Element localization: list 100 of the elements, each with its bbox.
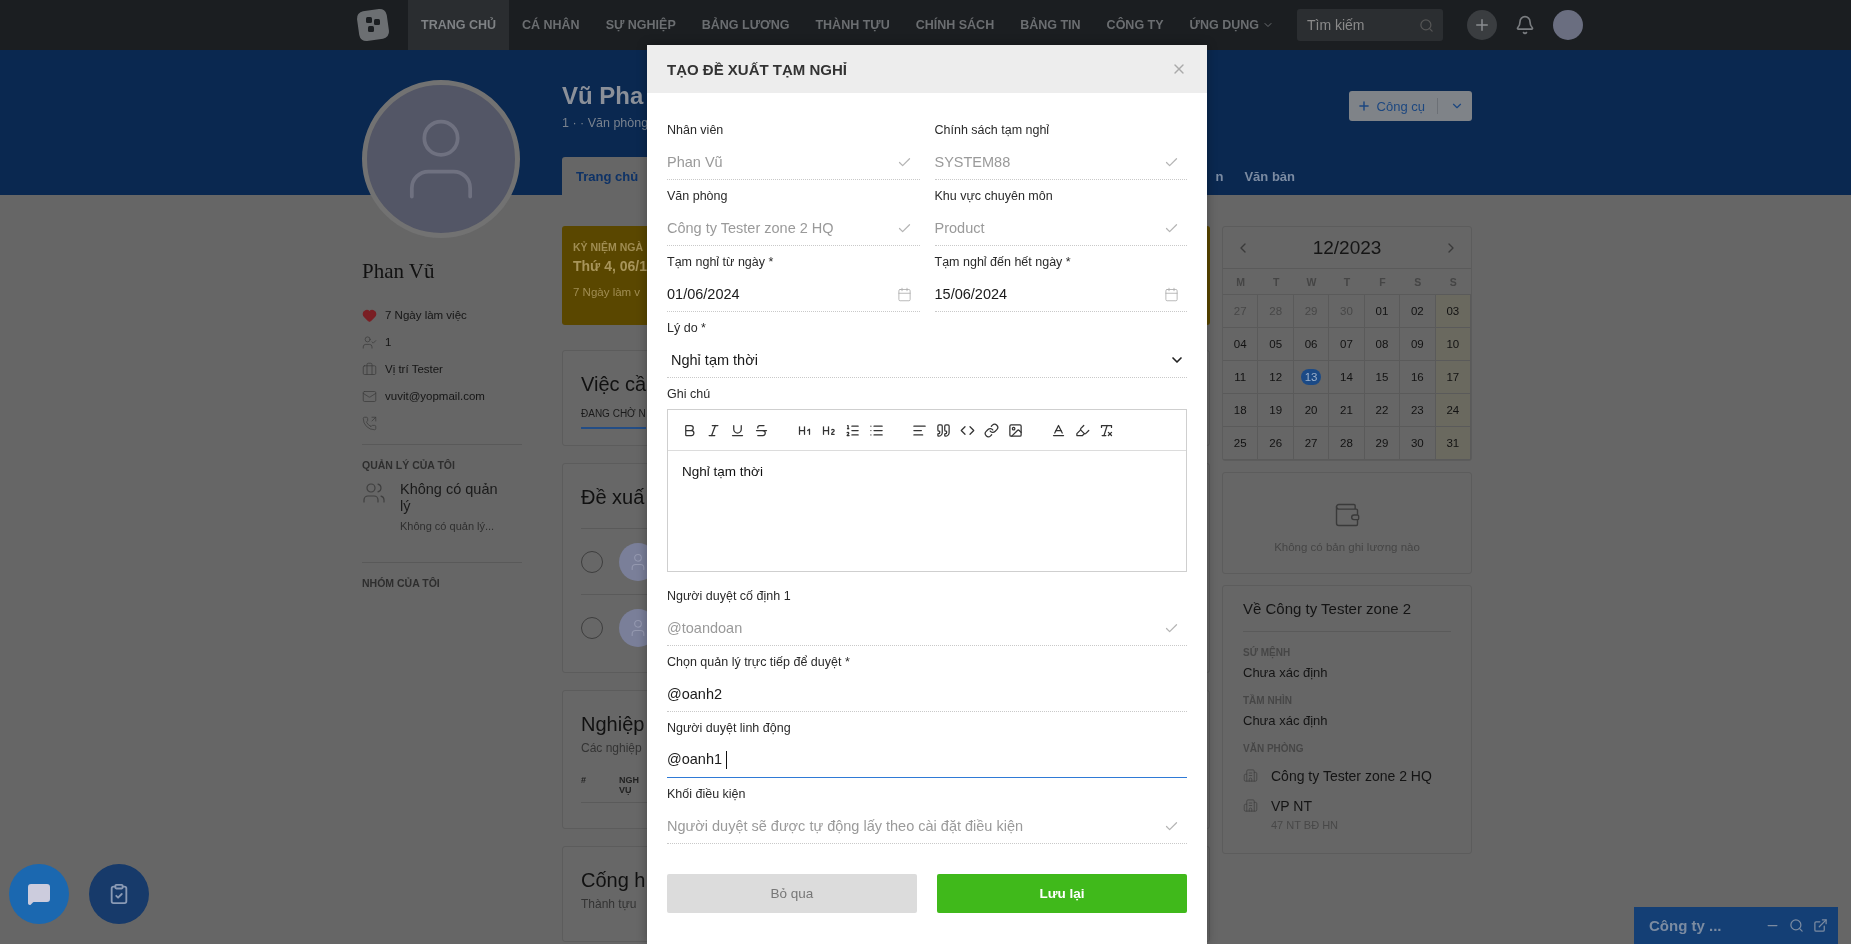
calendar-day[interactable]: 28: [1336, 435, 1357, 451]
strikethrough-icon[interactable]: [754, 422, 769, 438]
manager-name: Không có quản lý: [400, 481, 499, 515]
bell-icon[interactable]: [1514, 15, 1535, 35]
calendar-day[interactable]: 04: [1229, 336, 1251, 352]
calendar-day[interactable]: 13: [1300, 369, 1322, 385]
mail-icon: [362, 388, 377, 404]
nav-item[interactable]: BẢNG LƯƠNG: [688, 0, 803, 50]
calendar-day[interactable]: 07: [1336, 336, 1357, 352]
detail-text: Vị trí Tester: [385, 363, 443, 375]
nav-item[interactable]: TRANG CHỦ: [408, 0, 509, 50]
profile-name: Vũ Pha: [562, 82, 645, 110]
heart-icon: [362, 307, 377, 323]
tasks-button[interactable]: [89, 864, 149, 924]
field-label: Văn phòng: [667, 189, 729, 203]
calendar-day[interactable]: 26: [1265, 435, 1287, 451]
card-title: Việc cầ: [581, 373, 647, 396]
profile-subtitle: 1 · · Văn phòng: [562, 116, 649, 130]
nav-item[interactable]: BẢNG TIN: [1007, 0, 1094, 50]
detail-text: 7 Ngày làm việc: [385, 309, 467, 321]
calendar-day[interactable]: 25: [1229, 435, 1251, 451]
calendar-day[interactable]: 30: [1406, 435, 1428, 451]
align-left-icon[interactable]: [912, 422, 927, 438]
calendar-day[interactable]: 23: [1406, 402, 1428, 418]
calendar-day[interactable]: 21: [1336, 402, 1357, 418]
chat-button[interactable]: [9, 864, 69, 924]
office-name: VP NT: [1271, 798, 1313, 814]
calendar-day[interactable]: 20: [1300, 402, 1322, 418]
user-avatar[interactable]: [1552, 10, 1583, 40]
calendar-day[interactable]: 19: [1265, 402, 1287, 418]
calendar-day[interactable]: 29: [1371, 435, 1393, 451]
calendar-day[interactable]: 14: [1336, 369, 1357, 385]
field-label: Tạm nghỉ đến hết ngày *: [934, 255, 1072, 269]
search-field[interactable]: Tìm kiếm: [1296, 9, 1443, 41]
briefcase-icon: [362, 361, 377, 377]
clear-format-icon[interactable]: [1099, 422, 1114, 438]
column-header: NGH VỤ: [619, 775, 639, 796]
calendar-day[interactable]: 08: [1371, 336, 1393, 352]
underline-icon[interactable]: [730, 422, 745, 438]
image-icon[interactable]: [1008, 422, 1023, 438]
nav-item[interactable]: CHÍNH SÁCH: [902, 0, 1008, 50]
profile-tab[interactable]: n: [1215, 157, 1224, 195]
section-heading: NHÓM CỦA TÔI: [362, 577, 441, 590]
readonly-field: @toandoan: [667, 611, 1187, 646]
readonly-field: Product: [934, 211, 1187, 246]
link-icon[interactable]: [984, 422, 999, 438]
calendar-day[interactable]: 22: [1371, 402, 1393, 418]
calendar-day[interactable]: 18: [1229, 402, 1251, 418]
calendar-day[interactable]: 09: [1406, 336, 1428, 352]
numbered-list-icon[interactable]: [845, 422, 860, 438]
building-icon: [1243, 768, 1258, 783]
vision-text: Chưa xác định: [1243, 713, 1329, 728]
text-color-icon[interactable]: [1051, 422, 1066, 438]
calendar-day[interactable]: 05: [1265, 336, 1287, 352]
nav-item[interactable]: ỨNG DỤNG: [1176, 0, 1287, 50]
calendar-day[interactable]: 01: [1371, 303, 1393, 319]
calendar-icon: [896, 286, 912, 302]
bold-icon[interactable]: [682, 422, 697, 438]
italic-icon[interactable]: [706, 422, 721, 438]
quote-icon[interactable]: [936, 422, 951, 438]
nav-item[interactable]: SỰ NGHIỆP: [592, 0, 689, 50]
readonly-field: Người duyệt sẽ được tự động lấy theo cài đặt điều kiện: [667, 809, 1187, 844]
date-field[interactable]: 15/06/2024: [934, 277, 1187, 312]
card-title: Cống h: [581, 869, 646, 892]
user-check-icon: [362, 334, 377, 350]
field-label: Lý do *: [667, 321, 707, 335]
tasks-tab[interactable]: ĐANG CHỜ N: [581, 408, 646, 429]
readonly-field: Công ty Tester zone 2 HQ: [667, 211, 920, 246]
editor-text-area[interactable]: Nghỉ tạm thời: [668, 451, 1186, 571]
cancel-button[interactable]: Bỏ qua: [667, 874, 917, 913]
tools-button[interactable]: Công cụ: [1348, 91, 1472, 121]
nav-item[interactable]: CÔNG TY: [1093, 0, 1177, 50]
field-label: Tạm nghỉ từ ngày *: [667, 255, 775, 269]
add-button[interactable]: [1466, 10, 1497, 40]
section-heading: QUẢN LÝ CỦA TÔI: [362, 459, 456, 471]
calendar-title: 12/2023: [1312, 236, 1382, 259]
calendar-day[interactable]: 12: [1265, 369, 1287, 385]
field-label: Người duyệt cố định 1: [667, 589, 792, 603]
chat-bar[interactable]: Công ty ...: [1634, 907, 1838, 944]
calendar-day[interactable]: 15: [1371, 369, 1393, 385]
chat-title: Công ty ...: [1649, 917, 1722, 934]
input-field[interactable]: @oanh2: [667, 677, 1187, 712]
profile-tab[interactable]: Văn bản: [1244, 157, 1295, 195]
logo-icon[interactable]: [355, 7, 391, 43]
input-field[interactable]: @oanh1: [667, 743, 1187, 778]
calendar-day[interactable]: 11: [1230, 369, 1251, 385]
bullet-list-icon[interactable]: [869, 422, 884, 438]
calendar-day[interactable]: 06: [1300, 336, 1322, 352]
save-button[interactable]: Lưu lại: [937, 874, 1187, 913]
calendar-day[interactable]: 16: [1406, 369, 1428, 385]
calendar-day[interactable]: 27: [1300, 435, 1322, 451]
calendar-day[interactable]: 02: [1406, 303, 1428, 319]
open-external-icon[interactable]: [1813, 918, 1828, 933]
field-label: Nhân viên: [667, 123, 725, 137]
nav-item[interactable]: THÀNH TỰU: [802, 0, 903, 50]
search-icon[interactable]: [1789, 918, 1804, 933]
select-field[interactable]: Nghỉ tạm thời: [667, 343, 1187, 378]
highlight-icon[interactable]: [1075, 422, 1090, 438]
nav-item[interactable]: CÁ NHÂN: [509, 0, 593, 50]
date-field[interactable]: 01/06/2024: [667, 277, 920, 312]
